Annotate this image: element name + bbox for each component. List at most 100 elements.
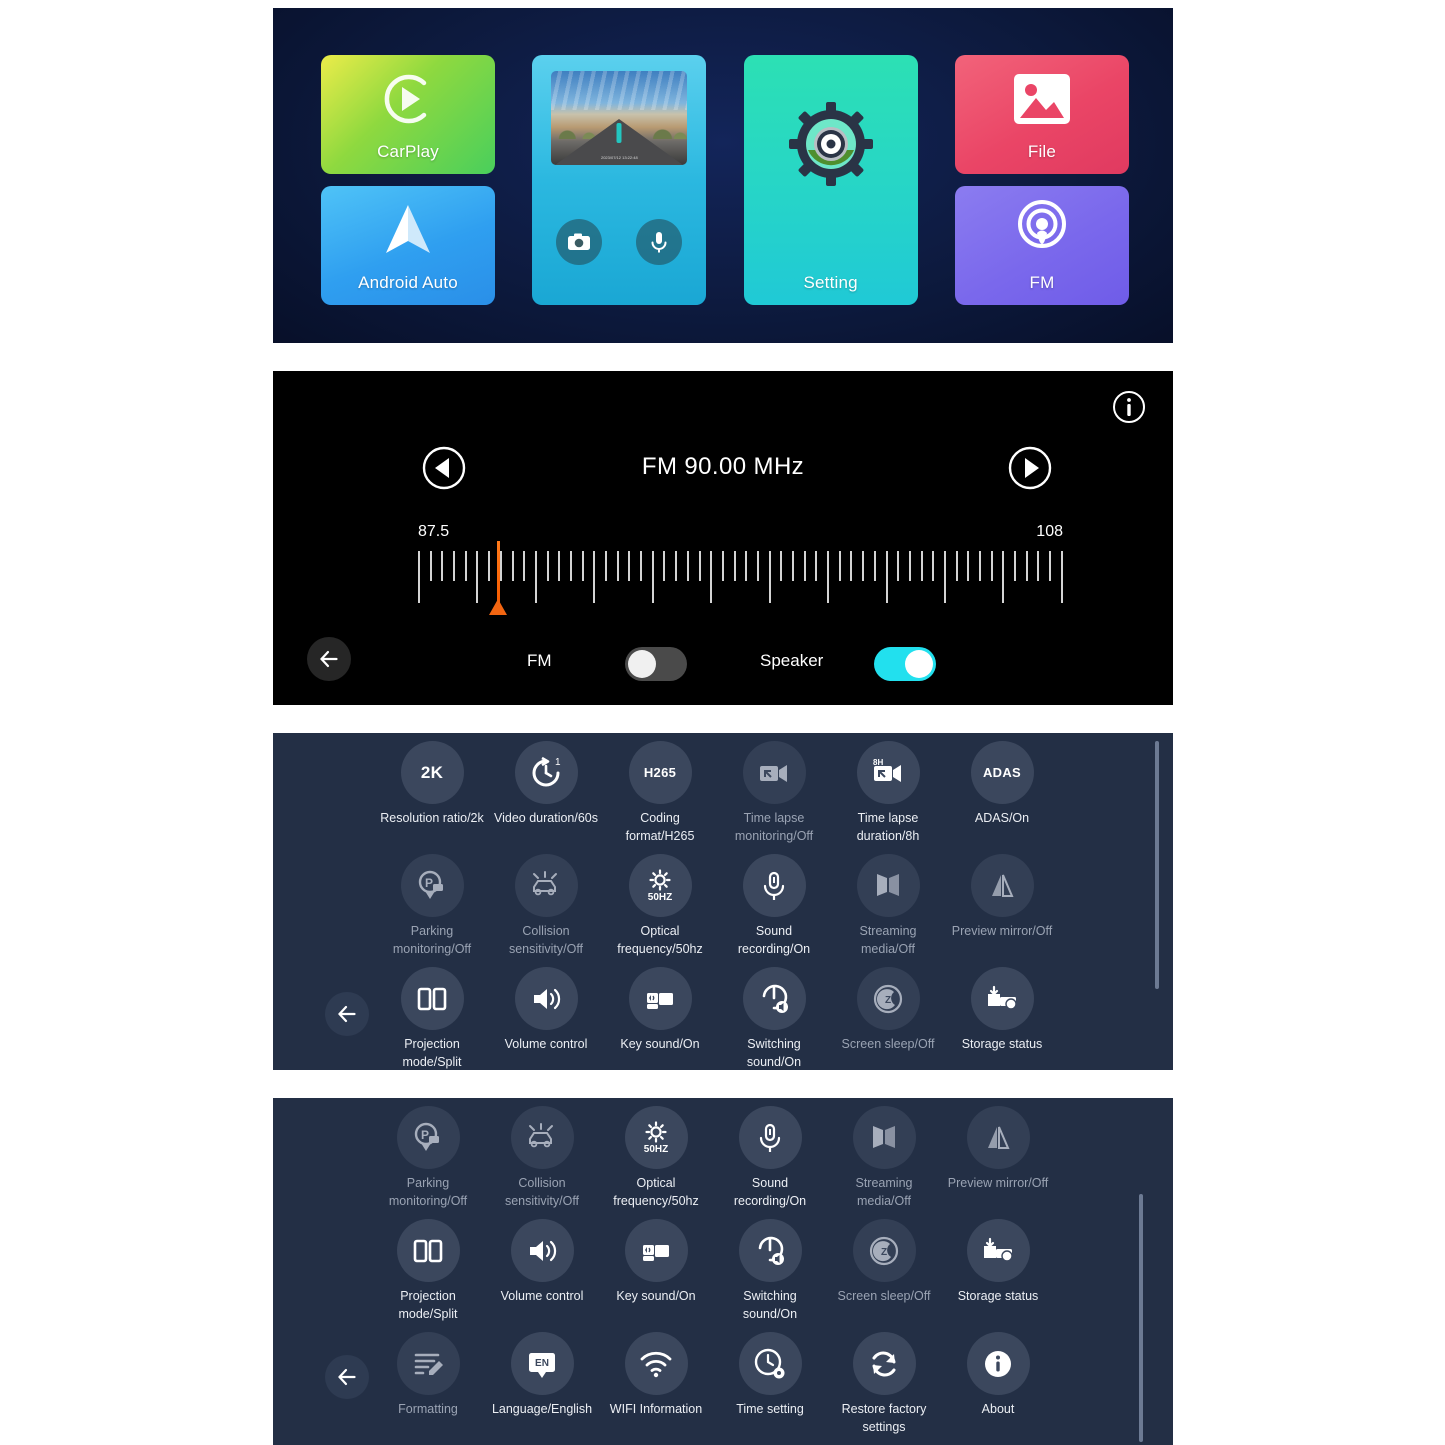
info-icon[interactable] bbox=[1111, 389, 1147, 425]
app-tile-file[interactable]: File bbox=[954, 55, 1129, 174]
home-app-grid: CarPlay Android Auto 2023/07/12 13:22:48… bbox=[321, 55, 1129, 305]
settings-item[interactable]: Projection mode/Split bbox=[371, 1219, 485, 1332]
fm-tick bbox=[558, 551, 561, 581]
carplay-icon bbox=[321, 55, 495, 142]
settings-item[interactable]: Volume control bbox=[489, 967, 603, 1070]
app-tile-setting[interactable]: Setting bbox=[743, 55, 918, 305]
fm-tick bbox=[429, 551, 432, 581]
settings-item[interactable]: Projection mode/Split bbox=[375, 967, 489, 1070]
settings-item[interactable]: Sound recording/On bbox=[717, 854, 831, 967]
speaker-toggle-label: Speaker bbox=[760, 651, 824, 670]
back-arrow-icon[interactable] bbox=[325, 992, 369, 1036]
settings-item[interactable]: 50HZ Optical frequency/50hz bbox=[599, 1106, 713, 1219]
settings-item[interactable]: Sound recording/On bbox=[713, 1106, 827, 1219]
vertical-scrollbar[interactable] bbox=[1139, 1194, 1143, 1442]
settings-item[interactable]: 2K Resolution ratio/2k bbox=[375, 741, 489, 854]
fm-tick bbox=[850, 551, 853, 581]
settings-item[interactable]: P Parking monitoring/Off bbox=[371, 1106, 485, 1219]
fm-tick bbox=[932, 551, 935, 581]
fm-tick bbox=[768, 551, 771, 603]
fm-tick bbox=[733, 551, 736, 581]
settings-item-label: Volume control bbox=[504, 1037, 588, 1051]
settings-item[interactable]: Key sound/On bbox=[603, 967, 717, 1070]
microphone-icon[interactable] bbox=[636, 219, 683, 265]
fm-tick bbox=[511, 551, 514, 581]
back-arrow-icon[interactable] bbox=[307, 637, 351, 681]
fm-scale-max-label: 108 bbox=[1036, 523, 1063, 540]
fm-tick bbox=[1002, 551, 1005, 603]
settings-item[interactable]: 50HZ Optical frequency/50hz bbox=[603, 854, 717, 967]
app-tile-carplay[interactable]: CarPlay bbox=[321, 55, 495, 174]
svg-text:50HZ: 50HZ bbox=[644, 1144, 668, 1155]
fm-tick bbox=[990, 551, 993, 581]
settings-item[interactable]: H265 Coding format/H265 bbox=[603, 741, 717, 854]
settings-item[interactable]: Collision sensitivity/Off bbox=[489, 854, 603, 967]
settings-item[interactable]: EN Language/English bbox=[485, 1332, 599, 1445]
settings-item[interactable]: Key sound/On bbox=[599, 1219, 713, 1332]
settings-item[interactable]: Storage status bbox=[941, 1219, 1055, 1332]
storage-status-icon bbox=[970, 967, 1034, 1030]
settings-item[interactable]: Z Screen sleep/Off bbox=[827, 1219, 941, 1332]
app-tile-dashcam[interactable]: 2023/07/12 13:22:48 bbox=[532, 55, 707, 305]
settings-item[interactable]: About bbox=[941, 1332, 1055, 1445]
fm-tick bbox=[967, 551, 970, 581]
volume-icon bbox=[510, 1219, 574, 1282]
app-tile-label: Setting bbox=[803, 273, 858, 292]
svg-text:50HZ: 50HZ bbox=[648, 892, 672, 903]
settings-item[interactable]: 8H Time lapse duration/8h bbox=[831, 741, 945, 854]
settings-item[interactable]: Restore factory settings bbox=[827, 1332, 941, 1445]
camera-icon[interactable] bbox=[556, 219, 603, 265]
fm-tick bbox=[815, 551, 818, 581]
settings-item[interactable]: Z Screen sleep/Off bbox=[831, 967, 945, 1070]
settings-item[interactable]: Preview mirror/Off bbox=[945, 854, 1059, 967]
settings-item[interactable]: Switching sound/On bbox=[717, 967, 831, 1070]
settings-item[interactable]: Volume control bbox=[485, 1219, 599, 1332]
settings-item[interactable]: Time setting bbox=[713, 1332, 827, 1445]
fm-tick bbox=[885, 551, 888, 603]
fm-tick bbox=[441, 551, 444, 581]
settings-item[interactable]: ADAS ADAS/On bbox=[945, 741, 1059, 854]
settings-item[interactable]: Storage status bbox=[945, 967, 1059, 1070]
fm-tick bbox=[476, 551, 479, 603]
fm-tick bbox=[628, 551, 631, 581]
settings-item[interactable]: Collision sensitivity/Off bbox=[485, 1106, 599, 1219]
settings-item[interactable]: Streaming media/Off bbox=[831, 854, 945, 967]
fm-tick bbox=[418, 551, 420, 603]
settings-item-label: Language/English bbox=[491, 1402, 593, 1416]
parking-monitor-icon: P bbox=[400, 854, 464, 917]
key-sound-icon bbox=[628, 967, 692, 1030]
wifi-icon bbox=[624, 1332, 688, 1395]
app-tile-fm[interactable]: FM bbox=[954, 186, 1129, 305]
settings-item-label: Time setting bbox=[736, 1402, 804, 1416]
svg-text:8H: 8H bbox=[873, 758, 883, 767]
vertical-scrollbar[interactable] bbox=[1155, 741, 1159, 989]
settings-item[interactable]: Time lapse monitoring/Off bbox=[717, 741, 831, 854]
fm-tick bbox=[827, 551, 830, 603]
fm-toggle-switch[interactable] bbox=[625, 647, 687, 681]
next-icon[interactable] bbox=[1007, 445, 1053, 491]
settings-item[interactable]: Formatting bbox=[371, 1332, 485, 1445]
app-tile-android-auto[interactable]: Android Auto bbox=[321, 186, 495, 305]
settings-item[interactable]: Switching sound/On bbox=[713, 1219, 827, 1332]
app-tile-label: File bbox=[1027, 142, 1057, 161]
fm-tick bbox=[1060, 551, 1063, 603]
fm-tuner-scale[interactable]: 87.5 108 bbox=[418, 523, 1063, 618]
settings-item-label: Key sound/On bbox=[620, 1037, 700, 1051]
switching-sound-icon bbox=[742, 967, 806, 1030]
settings-item[interactable]: WIFI Information bbox=[599, 1332, 713, 1445]
back-arrow-icon[interactable] bbox=[325, 1355, 369, 1399]
settings-item[interactable]: 1 Video duration/60s bbox=[489, 741, 603, 854]
previous-icon[interactable] bbox=[421, 445, 467, 491]
fm-tick bbox=[698, 551, 701, 581]
settings-item[interactable]: P Parking monitoring/Off bbox=[375, 854, 489, 967]
switching-sound-icon bbox=[738, 1219, 802, 1282]
settings-item-label: Video duration/60s bbox=[493, 811, 599, 825]
fm-tick bbox=[756, 551, 759, 581]
volume-icon bbox=[514, 967, 578, 1030]
settings-item-label: Preview mirror/Off bbox=[947, 1176, 1049, 1190]
video-duration-icon: 1 bbox=[514, 741, 578, 804]
speaker-toggle-switch[interactable] bbox=[874, 647, 936, 681]
settings-item[interactable]: Streaming media/Off bbox=[827, 1106, 941, 1219]
settings-item[interactable]: Preview mirror/Off bbox=[941, 1106, 1055, 1219]
optical-frequency-icon: 50HZ bbox=[624, 1106, 688, 1169]
